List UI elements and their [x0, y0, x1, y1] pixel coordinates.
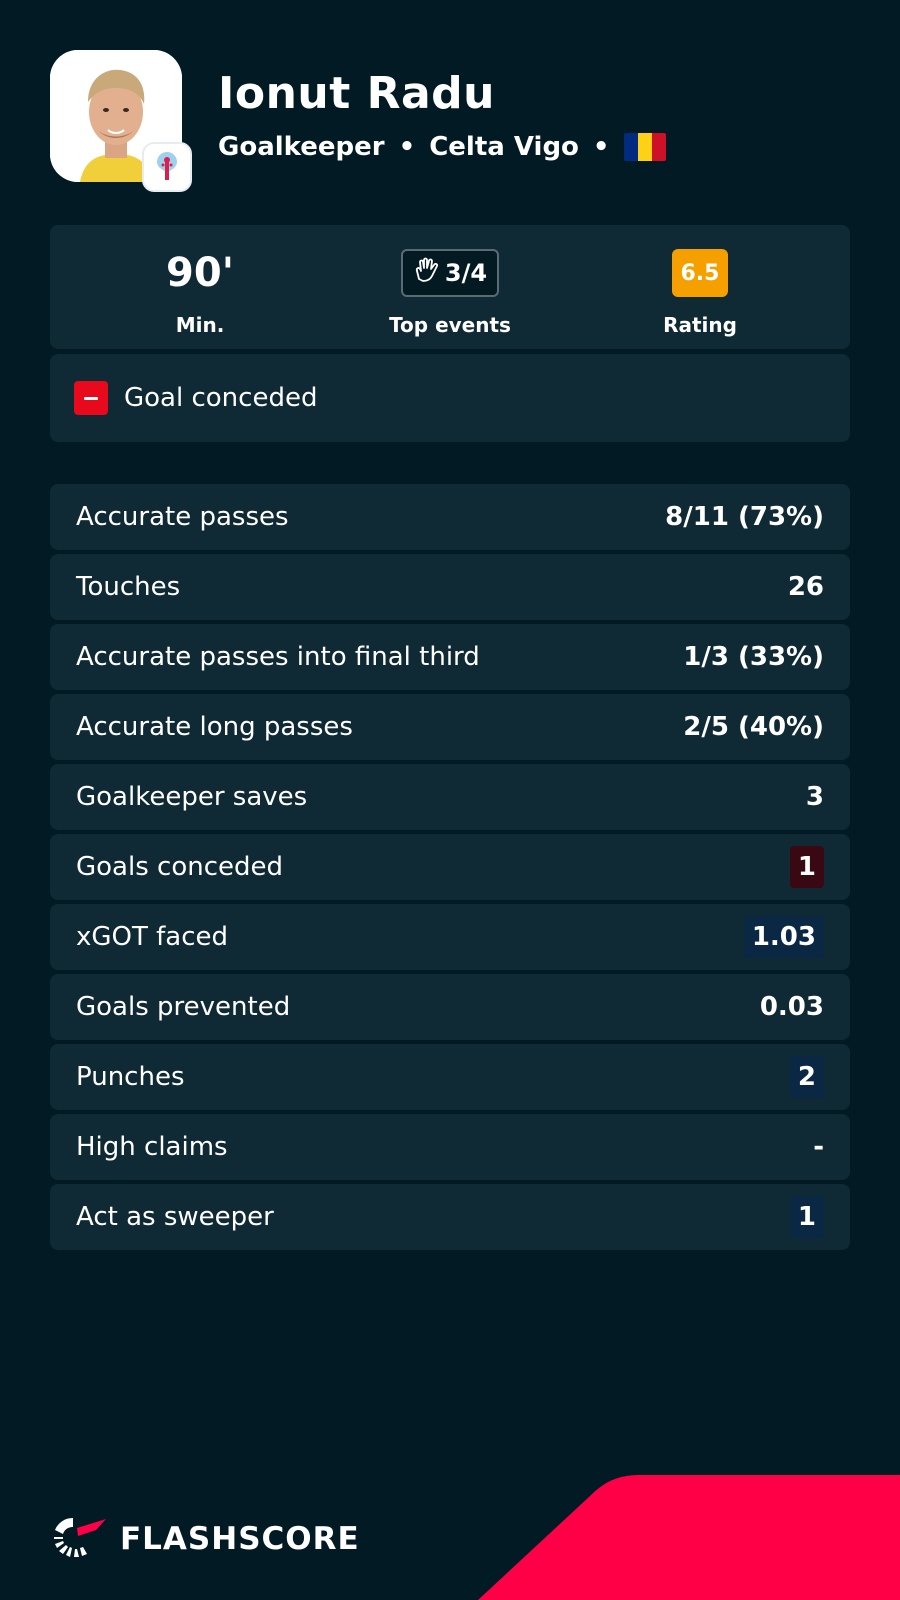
summary-card: 90' Min. 3/4 Top events 6.5 Rating: [50, 225, 850, 349]
stat-label: Goals prevented: [76, 992, 291, 1022]
stat-value: 26: [787, 572, 824, 602]
flashscore-brand[interactable]: FLASHSCORE: [50, 1514, 360, 1564]
stat-label: Goalkeeper saves: [76, 782, 308, 812]
goalkeeper-glove-icon: [413, 257, 439, 289]
stat-value: 2/5 (40%): [683, 712, 824, 742]
event-label: Goal conceded: [124, 383, 318, 413]
stat-row: Goals prevented 0.03: [50, 974, 850, 1040]
stat-value-highlight: 1: [789, 846, 824, 888]
minutes-column: 90' Min.: [100, 225, 300, 349]
stat-row: Accurate passes into final third 1/3 (33%…: [50, 624, 850, 690]
goal-conceded-minus-icon: [74, 381, 108, 415]
stat-label: High claims: [76, 1132, 228, 1162]
stat-row: xGOT faced 1.03: [50, 904, 850, 970]
stats-list: Accurate passes 8/11 (73%) Touches 26 Accu…: [50, 484, 850, 1254]
stat-value: 3: [805, 782, 824, 812]
player-position: Goalkeeper: [218, 132, 385, 162]
rating-column: 6.5 Rating: [600, 225, 800, 349]
flag-stripe: [651, 133, 666, 161]
event-card[interactable]: Goal conceded: [50, 354, 850, 442]
brand-name: FLASHSCORE: [120, 1521, 360, 1557]
stat-row: Punches 2: [50, 1044, 850, 1110]
stat-label: Accurate long passes: [76, 712, 353, 742]
separator-dot: •: [398, 132, 416, 162]
player-meta: Goalkeeper • Celta Vigo •: [218, 132, 666, 162]
stat-value-highlight: 1: [789, 1196, 824, 1238]
stat-row: High claims -: [50, 1114, 850, 1180]
flag-stripe: [623, 133, 638, 161]
romania-flag-icon: [623, 133, 666, 161]
separator-dot: •: [592, 132, 610, 162]
stat-value: 0.03: [759, 992, 824, 1022]
top-events-value: 3/4: [444, 259, 488, 287]
club-crest-icon: [142, 142, 192, 192]
top-events-badge[interactable]: 3/4: [400, 249, 500, 297]
minutes-label: Min.: [175, 313, 225, 337]
player-club[interactable]: Celta Vigo: [429, 132, 579, 162]
flashscore-logo-icon: [50, 1514, 110, 1564]
stat-label: Act as sweeper: [76, 1202, 274, 1232]
stat-row: Touches 26: [50, 554, 850, 620]
flag-stripe: [637, 133, 652, 161]
stat-label: Accurate passes into final third: [76, 642, 480, 672]
stat-row: Goals conceded 1: [50, 834, 850, 900]
stat-row: Goalkeeper saves 3: [50, 764, 850, 830]
player-header: Ionut Radu Goalkeeper • Celta Vigo •: [50, 50, 850, 200]
stat-row: Act as sweeper 1: [50, 1184, 850, 1250]
stat-value-highlight: 1.03: [743, 916, 824, 958]
stat-value: -: [813, 1132, 824, 1162]
player-name: Ionut Radu: [218, 68, 495, 119]
stat-value-highlight: 2: [789, 1056, 824, 1098]
stat-label: xGOT faced: [76, 922, 229, 952]
top-events-label: Top events: [389, 313, 511, 337]
stat-label: Touches: [76, 572, 181, 602]
stat-value: 1/3 (33%): [683, 642, 824, 672]
rating-label: Rating: [663, 313, 737, 337]
stat-label: Punches: [76, 1062, 185, 1092]
player-stats-page: Ionut Radu Goalkeeper • Celta Vigo • 90'…: [0, 0, 900, 1600]
stat-row: Accurate long passes 2/5 (40%): [50, 694, 850, 760]
rating-badge: 6.5: [672, 249, 728, 297]
minutes-value: 90': [166, 250, 234, 296]
stat-label: Accurate passes: [76, 502, 289, 532]
stat-label: Goals conceded: [76, 852, 283, 882]
top-events-column: 3/4 Top events: [350, 225, 550, 349]
stat-value: 8/11 (73%): [665, 502, 824, 532]
stat-row: Accurate passes 8/11 (73%): [50, 484, 850, 550]
